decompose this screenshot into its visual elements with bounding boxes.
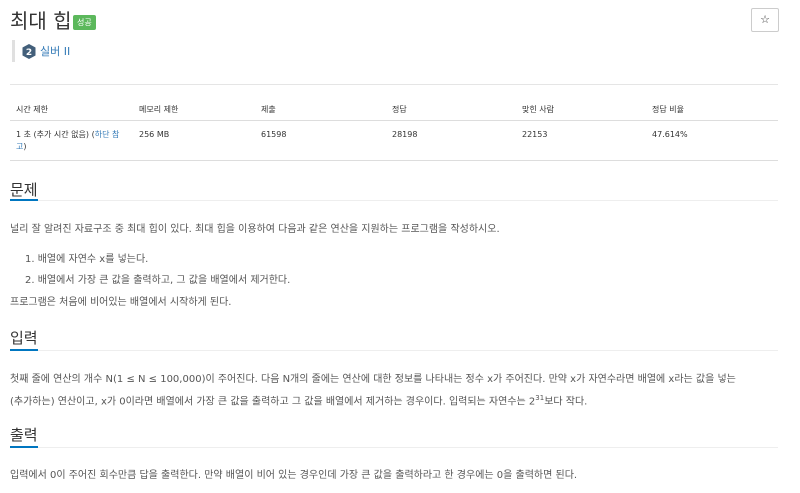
section-title-input: 입력	[10, 329, 38, 347]
header-time-limit: 시간 제한	[16, 105, 48, 114]
header-solvers: 맞힌 사람	[522, 105, 554, 114]
section-divider	[10, 200, 778, 201]
table-header-divider	[10, 120, 778, 121]
problem-title: 최대 힙	[10, 9, 72, 33]
section-accent	[10, 199, 38, 201]
time-limit-paren-close: )	[23, 142, 27, 151]
tier-label[interactable]: 실버 II	[40, 43, 70, 59]
input-line-2-end: 보다 작다.	[544, 396, 588, 408]
silver-2-tier-icon: 2	[22, 43, 36, 59]
tier-link[interactable]: 2 실버 II	[12, 40, 70, 62]
section-title-problem: 문제	[10, 181, 38, 199]
exponent: 31	[535, 394, 545, 402]
output-description: 입력에서 0이 주어진 회수만큼 답을 출력한다. 만약 배열이 비어 있는 경…	[10, 470, 578, 481]
input-description: 첫째 줄에 연산의 개수 N(1 ≤ N ≤ 100,000)이 주어진다. 다…	[10, 370, 778, 411]
section-divider	[10, 350, 778, 351]
cell-solvers: 22153	[522, 130, 548, 139]
section-divider	[10, 447, 778, 448]
header-memory-limit: 메모리 제한	[139, 105, 179, 114]
header-submissions: 제출	[261, 105, 276, 114]
cell-memory-limit: 256 MB	[139, 130, 170, 139]
cell-time-limit: 1 초 (추가 시간 없음) (하단 참 고)	[16, 129, 128, 153]
problem-intro: 널리 잘 알려진 자료구조 중 최대 힙이 있다. 최대 힙을 이용하여 다음과…	[10, 224, 500, 235]
section-title-output: 출력	[10, 426, 38, 444]
header-ratio: 정답 비율	[652, 105, 684, 114]
problem-item-2: 2. 배열에서 가장 큰 값을 출력하고, 그 값을 배열에서 제거한다.	[25, 275, 291, 286]
star-button[interactable]: ☆	[751, 8, 779, 32]
cell-accepted: 28198	[392, 130, 418, 139]
time-limit-note-link[interactable]: 하단 참	[95, 130, 120, 139]
problem-item-1: 1. 배열에 자연수 x를 넣는다.	[25, 254, 149, 265]
section-accent	[10, 446, 38, 448]
divider	[10, 84, 778, 85]
table-bottom-divider	[10, 160, 778, 161]
cell-submissions: 61598	[261, 130, 287, 139]
status-badge: 성공	[73, 15, 96, 30]
header-accepted: 정답	[392, 105, 407, 114]
input-line-2: (추가하는) 연산이고, x가 0이라면 배열에서 가장 큰 값을 출력하고 그…	[10, 396, 536, 408]
tier-icon-digit: 2	[26, 48, 32, 58]
section-accent	[10, 349, 38, 351]
input-line-1: 첫째 줄에 연산의 개수 N(1 ≤ N ≤ 100,000)이 주어진다. 다…	[10, 374, 736, 385]
star-icon: ☆	[760, 13, 770, 26]
problem-outro: 프로그램은 처음에 비어있는 배열에서 시작하게 된다.	[10, 297, 232, 308]
cell-ratio: 47.614%	[652, 130, 688, 139]
time-limit-value: 1 초 (추가 시간 없음)	[16, 130, 90, 139]
